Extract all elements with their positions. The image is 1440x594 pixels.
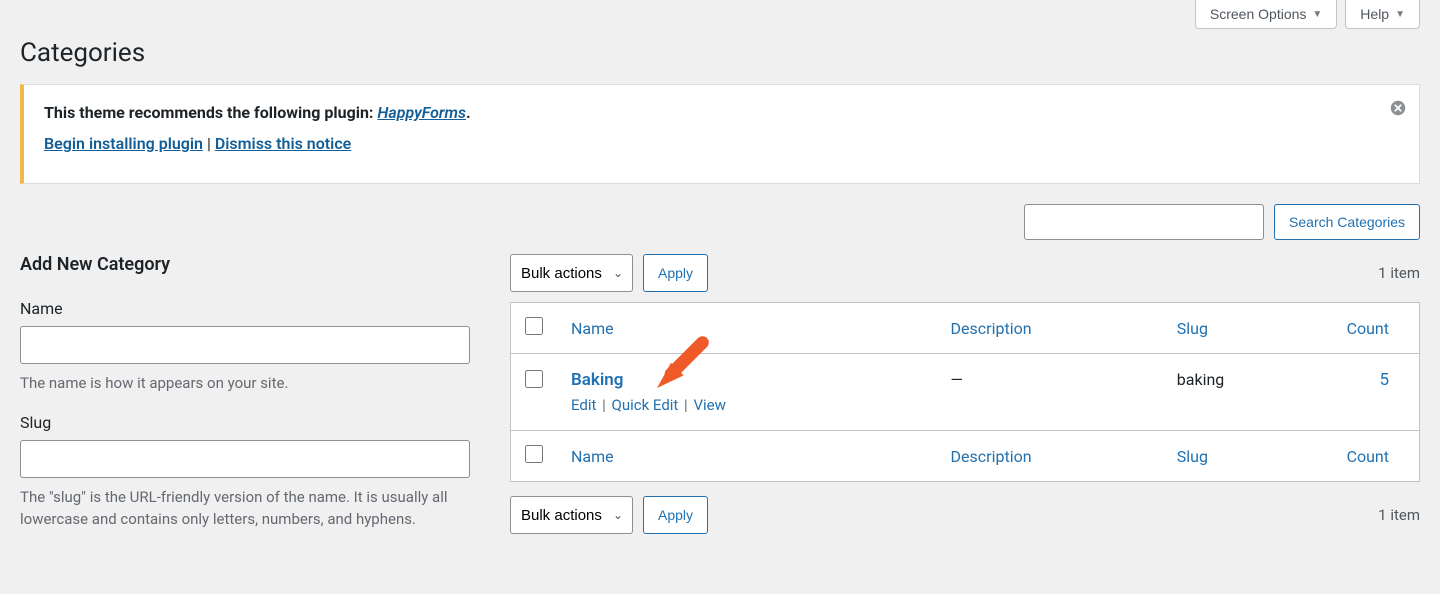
- slug-input[interactable]: [20, 440, 470, 478]
- dismiss-notice-link[interactable]: Dismiss this notice: [215, 134, 351, 153]
- screen-meta-buttons: Screen Options ▼ Help ▼: [1195, 0, 1420, 29]
- slug-column-header[interactable]: Slug: [1163, 303, 1320, 354]
- notice-suffix: .: [466, 103, 471, 122]
- quick-edit-link[interactable]: Quick Edit: [612, 396, 679, 414]
- slug-label: Slug: [20, 413, 470, 432]
- description-column-header[interactable]: Description: [937, 303, 1163, 354]
- close-icon: [1389, 99, 1407, 117]
- plugin-link[interactable]: HappyForms: [377, 103, 466, 122]
- help-button[interactable]: Help ▼: [1345, 0, 1420, 29]
- row-description: —: [937, 354, 1163, 431]
- edit-link[interactable]: Edit: [571, 396, 596, 414]
- count-column-header[interactable]: Count: [1320, 303, 1420, 354]
- add-category-form: Add New Category Name The name is how it…: [20, 254, 470, 549]
- name-column-header[interactable]: Name: [557, 303, 937, 354]
- apply-button-bottom[interactable]: Apply: [643, 496, 708, 534]
- tablenav-top: Bulk actions ⌄ Apply 1 item: [510, 254, 1420, 292]
- name-input[interactable]: [20, 326, 470, 364]
- caret-down-icon: ▼: [1312, 9, 1322, 20]
- slug-description: The "slug" is the URL-friendly version o…: [20, 486, 470, 531]
- notice-prefix: This theme recommends the following plug…: [44, 103, 377, 122]
- add-category-heading: Add New Category: [20, 254, 470, 275]
- row-slug: baking: [1163, 354, 1320, 431]
- description-column-footer[interactable]: Description: [937, 431, 1163, 482]
- row-actions: Edit | Quick Edit | View: [571, 396, 923, 414]
- dismiss-notice-button[interactable]: [1387, 97, 1409, 119]
- install-plugin-link[interactable]: Begin installing plugin: [44, 134, 203, 153]
- name-description: The name is how it appears on your site.: [20, 372, 470, 395]
- bulk-actions-select-top[interactable]: Bulk actions: [510, 254, 633, 292]
- caret-down-icon: ▼: [1395, 9, 1405, 20]
- bulk-actions-select-bottom[interactable]: Bulk actions: [510, 496, 633, 534]
- search-categories-button[interactable]: Search Categories: [1274, 204, 1420, 240]
- row-count-link[interactable]: 5: [1379, 370, 1389, 390]
- count-column-footer[interactable]: Count: [1320, 431, 1420, 482]
- plugin-recommend-notice: This theme recommends the following plug…: [20, 84, 1420, 184]
- name-column-footer[interactable]: Name: [557, 431, 937, 482]
- search-row: Search Categories: [20, 204, 1420, 240]
- select-all-checkbox-bottom[interactable]: [525, 445, 543, 463]
- screen-options-label: Screen Options: [1210, 6, 1307, 22]
- item-count-bottom: 1 item: [1378, 506, 1420, 524]
- row-checkbox[interactable]: [525, 370, 543, 388]
- view-link[interactable]: View: [693, 396, 725, 414]
- notice-separator: |: [203, 134, 215, 153]
- select-all-checkbox-top[interactable]: [525, 317, 543, 335]
- help-label: Help: [1360, 6, 1389, 22]
- table-row: Baking Edit | Quick Edit | View — baking…: [511, 354, 1420, 431]
- apply-button-top[interactable]: Apply: [643, 254, 708, 292]
- item-count-top: 1 item: [1378, 264, 1420, 282]
- tablenav-bottom: Bulk actions ⌄ Apply 1 item: [510, 496, 1420, 534]
- checkbox-column-header: [511, 303, 558, 354]
- name-label: Name: [20, 299, 470, 318]
- search-input[interactable]: [1024, 204, 1264, 240]
- checkbox-column-footer: [511, 431, 558, 482]
- screen-options-button[interactable]: Screen Options ▼: [1195, 0, 1337, 29]
- categories-table: Name Description Slug Count Baki: [510, 302, 1420, 482]
- row-title-link[interactable]: Baking: [571, 370, 623, 390]
- slug-column-footer[interactable]: Slug: [1163, 431, 1320, 482]
